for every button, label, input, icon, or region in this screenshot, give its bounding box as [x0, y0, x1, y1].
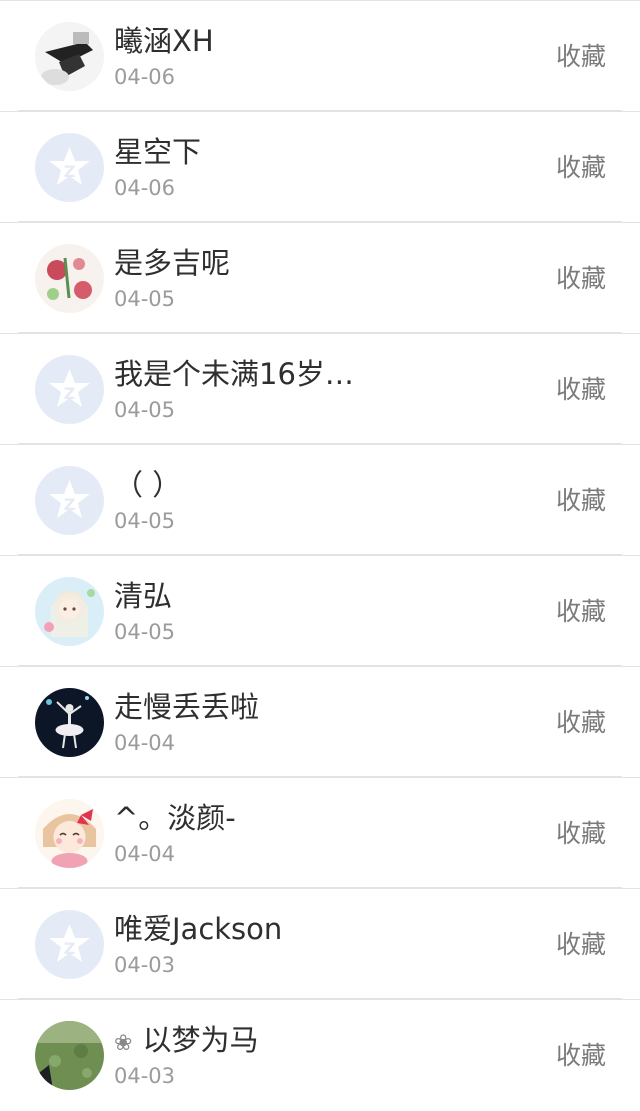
visit-date: 04-04	[114, 731, 176, 755]
floral-illustration-icon	[35, 244, 104, 313]
contact-name: 唯爱Jackson	[114, 912, 283, 946]
avatar[interactable]	[35, 688, 104, 757]
contact-name-text: 以梦为马	[142, 1023, 259, 1057]
default-qzone-avatar-icon: Z	[35, 466, 104, 535]
avatar[interactable]: Z	[35, 910, 104, 979]
favorite-button[interactable]: 收藏	[556, 703, 606, 743]
default-qzone-avatar-icon: Z	[35, 355, 104, 424]
avatar[interactable]	[35, 1021, 104, 1090]
default-qzone-avatar-icon: Z	[35, 133, 104, 202]
list-item[interactable]: 清弘 04-05 收藏	[0, 555, 640, 666]
avatar[interactable]	[35, 577, 104, 646]
anime-girl-icon	[35, 577, 104, 646]
visit-date: 04-06	[114, 65, 176, 89]
avatar[interactable]	[35, 244, 104, 313]
green-field-photo-icon	[35, 1021, 104, 1090]
favorite-button[interactable]: 收藏	[556, 148, 606, 188]
favorite-button[interactable]: 收藏	[556, 259, 606, 299]
photo-legs-icon	[35, 22, 104, 91]
visit-date: 04-03	[114, 1064, 176, 1088]
favorite-button[interactable]: 收藏	[556, 481, 606, 521]
contact-name: （ ）	[114, 468, 182, 502]
svg-text:Z: Z	[64, 162, 76, 181]
ballerina-dark-icon	[35, 688, 104, 757]
svg-text:Z: Z	[64, 495, 76, 514]
favorite-button[interactable]: 收藏	[556, 814, 606, 854]
avatar[interactable]	[35, 22, 104, 91]
visit-date: 04-04	[114, 842, 176, 866]
favorite-button[interactable]: 收藏	[556, 592, 606, 632]
contact-name: 曦涵XH	[114, 24, 214, 58]
visit-date: 04-05	[114, 620, 176, 644]
svg-text:Z: Z	[64, 384, 76, 403]
favorite-button[interactable]: 收藏	[556, 370, 606, 410]
default-qzone-avatar-icon: Z	[35, 910, 104, 979]
visit-date: 04-03	[114, 953, 176, 977]
avatar[interactable]	[35, 799, 104, 868]
avatar[interactable]: Z	[35, 466, 104, 535]
contact-name: 我是个未满16岁…	[114, 357, 354, 391]
list-item[interactable]: ^。淡颜- 04-04 收藏	[0, 777, 640, 888]
list-item[interactable]: Z 星空下 04-06 收藏	[0, 111, 640, 222]
contact-name: 清弘	[114, 579, 173, 613]
svg-text:Z: Z	[64, 939, 76, 958]
list-item[interactable]: ❀ 以梦为马 04-03 收藏	[0, 999, 640, 1111]
list-item[interactable]: 曦涵XH 04-06 收藏	[0, 0, 640, 111]
list-item[interactable]: Z 唯爱Jackson 04-03 收藏	[0, 888, 640, 999]
favorites-list: 曦涵XH 04-06 收藏 Z 星空下 04-06 收藏 是多吉呢 04-05 …	[0, 0, 640, 1111]
visit-date: 04-05	[114, 509, 176, 533]
visit-date: 04-05	[114, 398, 176, 422]
list-item[interactable]: Z （ ） 04-05 收藏	[0, 444, 640, 555]
list-item[interactable]: 是多吉呢 04-05 收藏	[0, 222, 640, 333]
contact-name: 是多吉呢	[114, 246, 231, 280]
contact-name: ^。淡颜-	[114, 801, 236, 835]
avatar[interactable]: Z	[35, 133, 104, 202]
favorite-button[interactable]: 收藏	[556, 37, 606, 77]
favorite-button[interactable]: 收藏	[556, 925, 606, 965]
contact-name: 星空下	[114, 135, 202, 169]
avatar[interactable]: Z	[35, 355, 104, 424]
list-item[interactable]: 走慢丢丢啦 04-04 收藏	[0, 666, 640, 777]
visit-date: 04-05	[114, 287, 176, 311]
favorite-button[interactable]: 收藏	[556, 1036, 606, 1076]
flower-icon: ❀	[114, 1031, 133, 1056]
cartoon-girl-bow-icon	[35, 799, 104, 868]
visit-date: 04-06	[114, 176, 176, 200]
contact-name: 走慢丢丢啦	[114, 690, 260, 724]
list-item[interactable]: Z 我是个未满16岁… 04-05 收藏	[0, 333, 640, 444]
contact-name: ❀ 以梦为马	[114, 1020, 258, 1064]
